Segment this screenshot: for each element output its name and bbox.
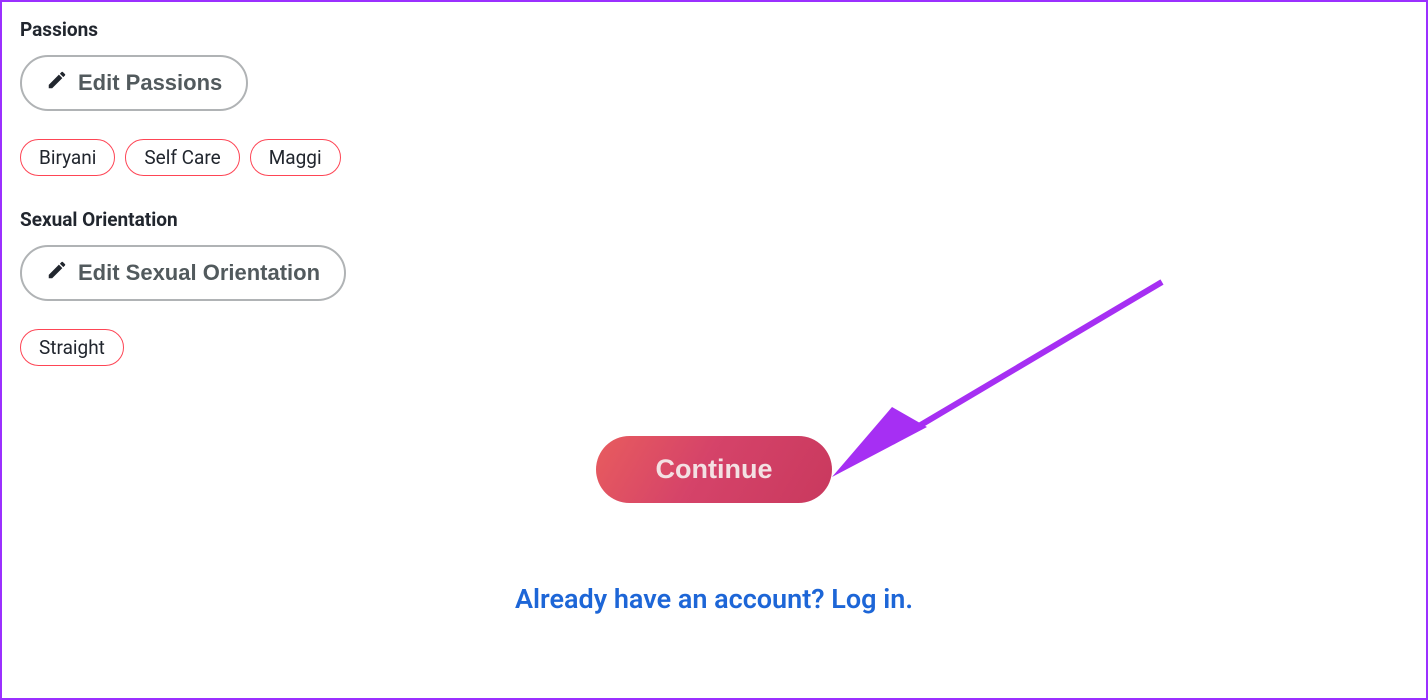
orientation-heading: Sexual Orientation bbox=[20, 208, 1408, 231]
passion-chip[interactable]: Maggi bbox=[250, 139, 341, 176]
passion-chip[interactable]: Biryani bbox=[20, 139, 115, 176]
login-link[interactable]: Already have an account? Log in. bbox=[515, 583, 913, 615]
pencil-icon bbox=[46, 259, 68, 287]
edit-passions-label: Edit Passions bbox=[78, 70, 222, 96]
passions-chips: Biryani Self Care Maggi bbox=[20, 139, 1408, 176]
continue-wrap: Continue bbox=[20, 436, 1408, 503]
passion-chip[interactable]: Self Care bbox=[125, 139, 239, 176]
edit-orientation-label: Edit Sexual Orientation bbox=[78, 260, 320, 286]
orientation-chips: Straight bbox=[20, 329, 1408, 366]
edit-orientation-button[interactable]: Edit Sexual Orientation bbox=[20, 245, 346, 301]
orientation-chip[interactable]: Straight bbox=[20, 329, 124, 366]
edit-passions-button[interactable]: Edit Passions bbox=[20, 55, 248, 111]
orientation-section: Sexual Orientation Edit Sexual Orientati… bbox=[20, 208, 1408, 366]
passions-heading: Passions bbox=[20, 18, 1408, 41]
pencil-icon bbox=[46, 69, 68, 97]
passions-section: Passions Edit Passions Biryani Self Care… bbox=[20, 18, 1408, 176]
login-wrap: Already have an account? Log in. bbox=[20, 583, 1408, 615]
continue-button[interactable]: Continue bbox=[596, 436, 833, 503]
